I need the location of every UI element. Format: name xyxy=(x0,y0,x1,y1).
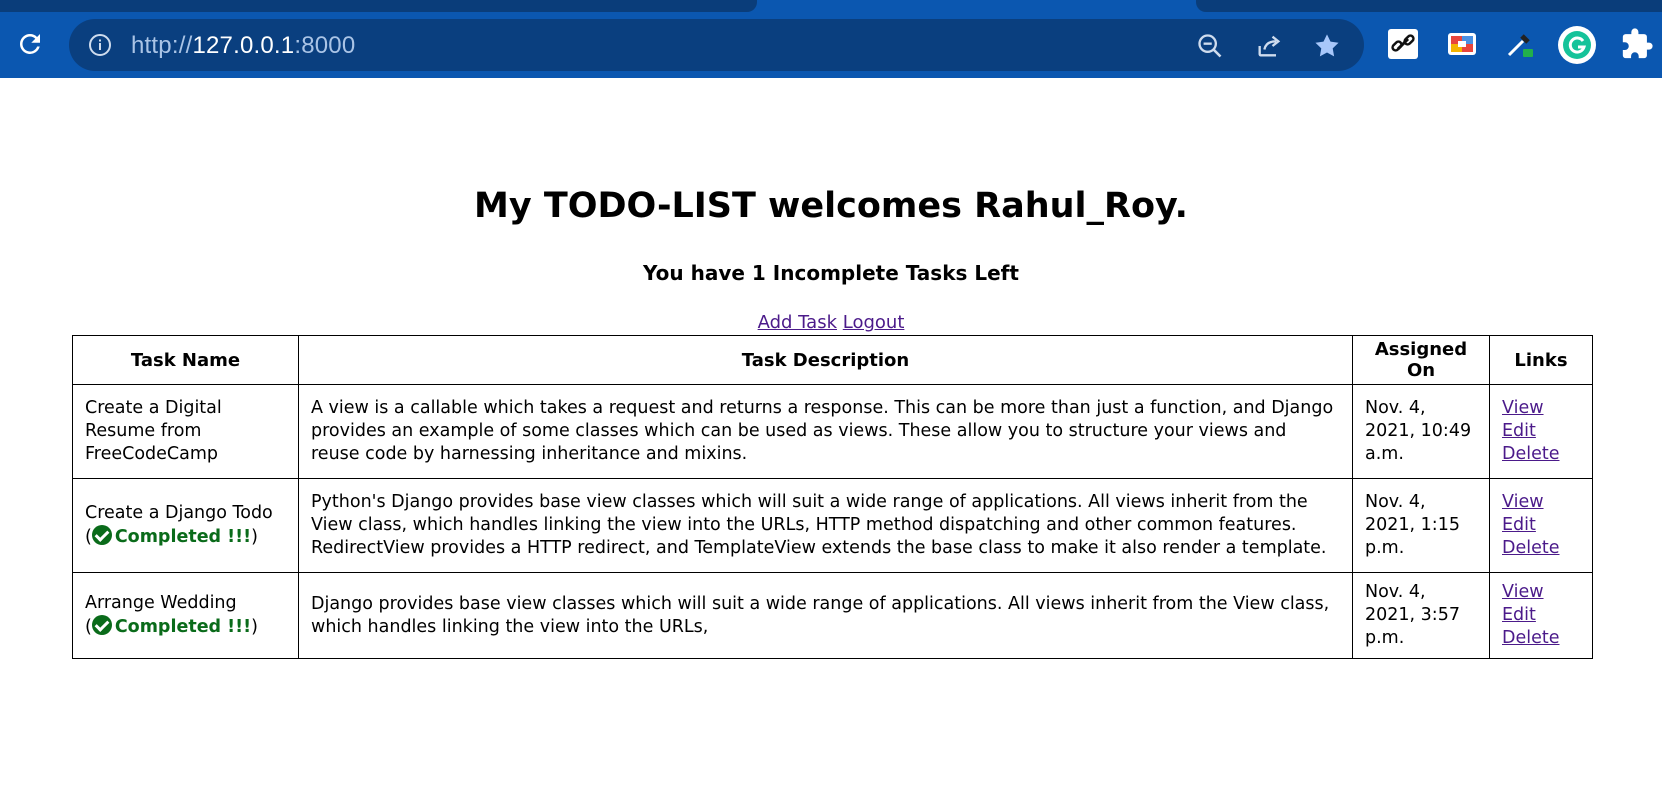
task-name-cell: Create a Django Todo(Completed !!!) xyxy=(72,478,299,573)
tasks-table: Task Name Task Description Assigned On L… xyxy=(72,335,1593,659)
logout-link[interactable]: Logout xyxy=(843,312,905,333)
delete-link[interactable]: Delete xyxy=(1502,538,1560,558)
info-icon[interactable] xyxy=(88,33,112,57)
table-row: Create a Django Todo(Completed !!!) Pyth… xyxy=(72,478,1593,573)
header-task-name: Task Name xyxy=(72,335,299,385)
header-task-description: Task Description xyxy=(298,335,1353,385)
table-header-row: Task Name Task Description Assigned On L… xyxy=(72,335,1593,385)
task-name-cell: Arrange Wedding(Completed !!!) xyxy=(72,572,299,659)
task-description: A view is a callable which takes a reque… xyxy=(298,384,1353,479)
completed-badge: Completed !!! xyxy=(91,615,252,637)
header-assigned-on: Assigned On xyxy=(1352,335,1490,385)
address-bar[interactable]: http://127.0.0.1:8000 xyxy=(69,19,1364,71)
url-text[interactable]: http://127.0.0.1:8000 xyxy=(131,32,355,60)
header-links: Links xyxy=(1489,335,1593,385)
delete-link[interactable]: Delete xyxy=(1502,628,1560,648)
url-scheme: http:// xyxy=(131,32,193,59)
url-host: 127.0.0.1 xyxy=(192,32,295,59)
view-link[interactable]: View xyxy=(1502,492,1544,512)
task-name: Arrange Wedding xyxy=(85,593,237,613)
page-title: My TODO-LIST welcomes Rahul_Roy. xyxy=(474,186,1188,226)
color-extension-icon[interactable] xyxy=(1445,27,1479,61)
links-cell: View Edit Delete xyxy=(1489,478,1593,573)
edit-link[interactable]: Edit xyxy=(1502,515,1536,535)
check-circle-icon xyxy=(91,615,112,635)
tab-strip xyxy=(0,0,757,12)
zoom-out-icon[interactable] xyxy=(1196,32,1224,60)
eyedropper-extension-icon[interactable] xyxy=(1503,27,1537,61)
completed-label: Completed !!! xyxy=(114,617,252,637)
completed-label: Completed !!! xyxy=(114,527,252,547)
assigned-on: Nov. 4, 2021, 10:49 a.m. xyxy=(1352,384,1490,479)
assigned-on: Nov. 4, 2021, 1:15 p.m. xyxy=(1352,478,1490,573)
extensions-puzzle-icon[interactable] xyxy=(1620,27,1654,61)
completed-badge: Completed !!! xyxy=(91,525,252,547)
task-description: Django provides base view classes which … xyxy=(298,572,1353,659)
reload-icon[interactable] xyxy=(14,28,46,60)
table-row: Create a Digital Resume from FreeCodeCam… xyxy=(72,384,1593,479)
view-link[interactable]: View xyxy=(1502,582,1544,602)
edit-link[interactable]: Edit xyxy=(1502,421,1536,441)
browser-toolbar: http://127.0.0.1:8000 xyxy=(0,0,1662,78)
check-circle-icon xyxy=(91,525,112,545)
view-link[interactable]: View xyxy=(1502,398,1544,418)
task-name: Create a Django Todo xyxy=(85,503,273,523)
links-cell: View Edit Delete xyxy=(1489,572,1593,659)
link-extension-icon[interactable] xyxy=(1386,27,1420,61)
bookmark-star-icon[interactable] xyxy=(1313,32,1341,60)
delete-link[interactable]: Delete xyxy=(1502,444,1560,464)
incomplete-count: You have 1 Incomplete Tasks Left xyxy=(643,261,1019,285)
tab-strip xyxy=(1196,0,1662,12)
share-icon[interactable] xyxy=(1255,32,1283,60)
task-name: Create a Digital Resume from FreeCodeCam… xyxy=(85,398,222,464)
action-links: Add Task Logout xyxy=(0,312,1662,333)
edit-link[interactable]: Edit xyxy=(1502,605,1536,625)
url-port: :8000 xyxy=(294,32,356,59)
grammarly-extension-icon[interactable] xyxy=(1557,25,1597,65)
task-name-cell: Create a Digital Resume from FreeCodeCam… xyxy=(72,384,299,479)
assigned-on: Nov. 4, 2021, 3:57 p.m. xyxy=(1352,572,1490,659)
table-row: Arrange Wedding(Completed !!!) Django pr… xyxy=(72,572,1593,659)
task-description: Python's Django provides base view class… xyxy=(298,478,1353,573)
add-task-link[interactable]: Add Task xyxy=(758,312,837,333)
links-cell: View Edit Delete xyxy=(1489,384,1593,479)
